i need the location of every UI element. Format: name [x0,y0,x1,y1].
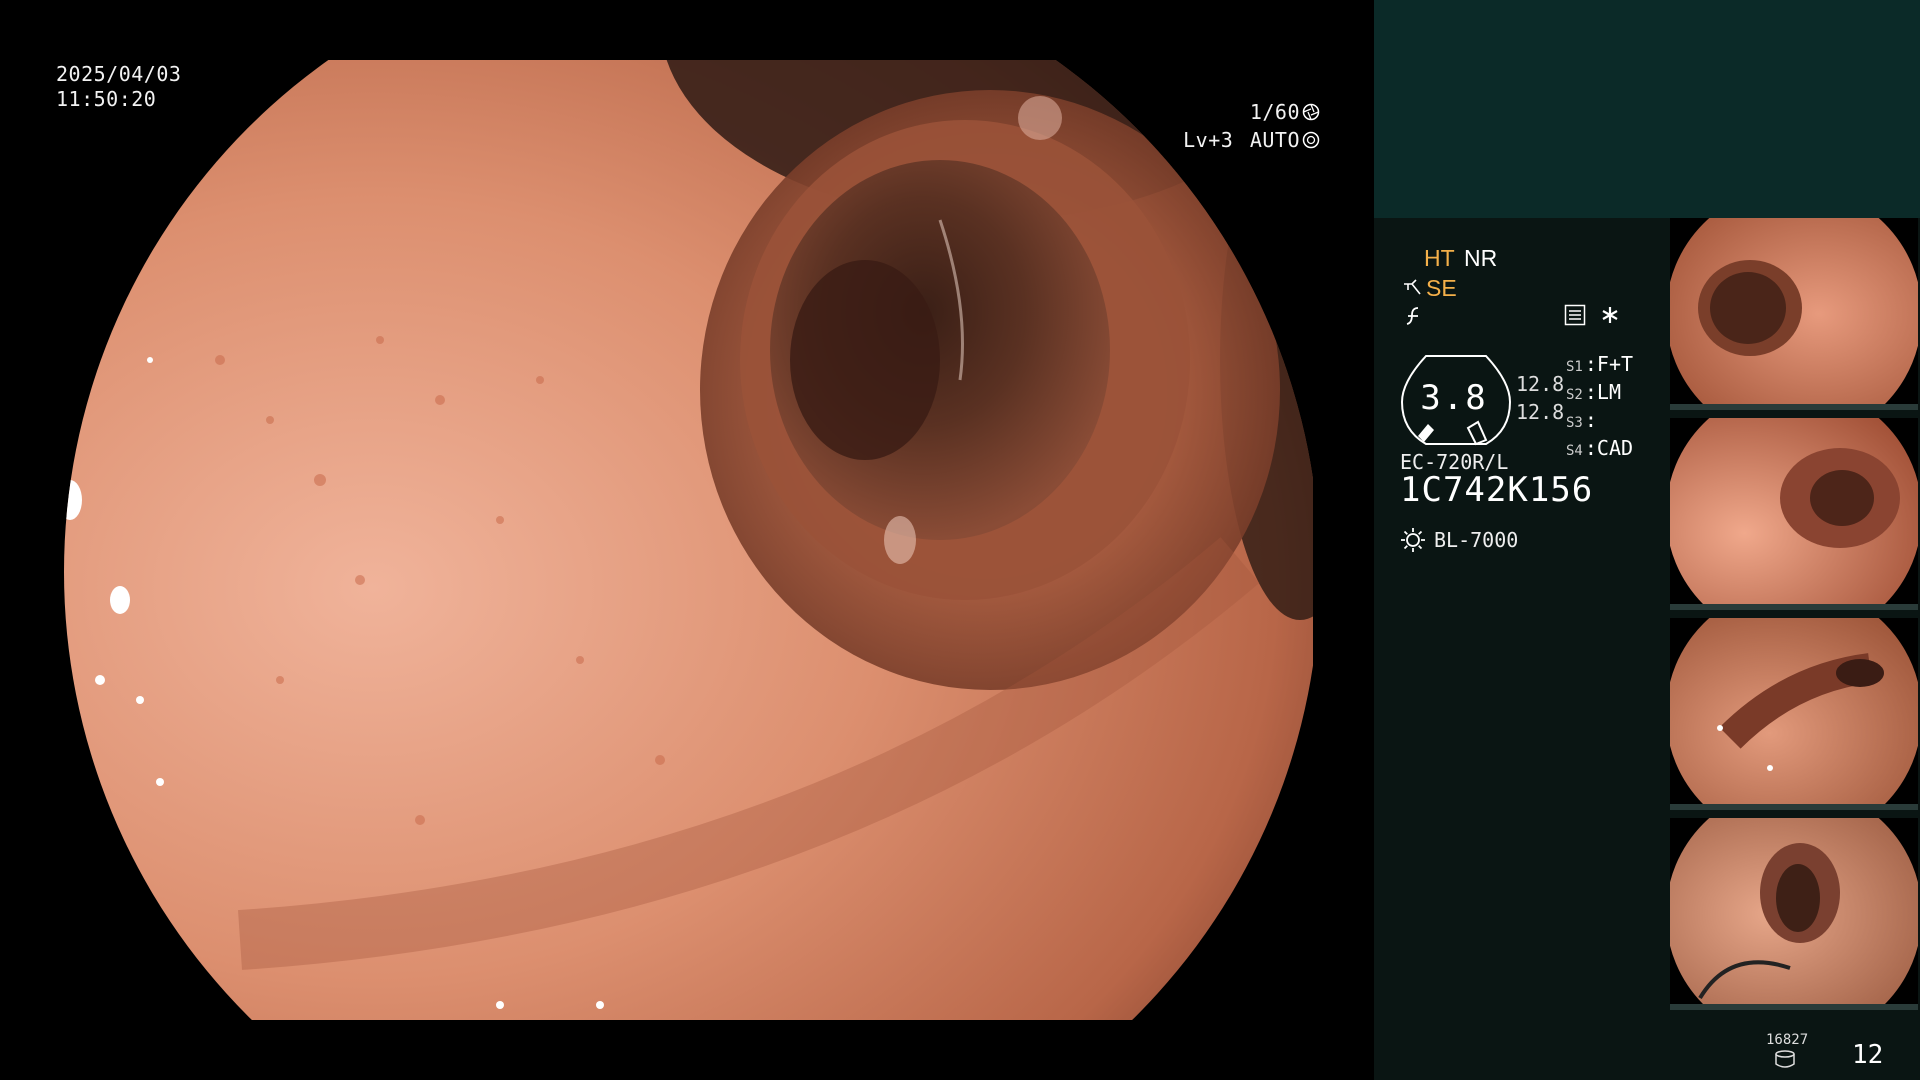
lamp-icon [1401,528,1425,552]
light-source-text: BL-7000 [1434,528,1519,552]
switch-row: S2:LM [1566,380,1621,404]
thumbnail[interactable] [1670,618,1918,810]
thumbnail[interactable] [1670,818,1918,1010]
switch-settings: S1:F+T S2:LM S3: S4:CAD [1566,352,1633,464]
capture-count-small: 16827 [1766,1032,1809,1048]
shutter-icon [1302,103,1320,121]
database-icon [1775,1050,1795,1068]
switch-row: S3: [1566,408,1597,432]
zoom-side-values: 12.8 12.8 [1516,370,1564,426]
hose-icon [1404,279,1421,295]
scope-serial: 1C742K156 [1400,470,1594,510]
iris-mode-text: AUTO [1249,128,1300,152]
exposure-readout: 1/60 Lv+3 AUTO [1183,98,1320,154]
light-source-row: BL-7000 [1400,526,1518,554]
zoom-value: 3.8 [1420,378,1488,418]
zoom-side-value-2: 12.8 [1516,400,1565,424]
freeze-icon [1404,304,1424,332]
capture-count: 12 [1852,1040,1884,1070]
thumbnail[interactable] [1670,418,1918,610]
panel-icons [1564,304,1620,326]
time-text: 11:50:20 [56,87,157,111]
endoscope-view [60,60,1313,1020]
date-text: 2025/04/03 [56,62,182,86]
mode-ht: HT [1424,245,1455,271]
date-time-readout: 2025/04/03 11:50:20 [56,62,181,112]
mode-se: SE [1426,275,1457,301]
iris-icon [1302,131,1320,149]
level-text: Lv+3 [1183,128,1234,152]
shutter-text: 1/60 [1249,100,1300,124]
switch-row: S1:F+T [1566,352,1634,376]
mode-nr: NR [1464,245,1498,271]
switch-row: S4:CAD [1566,436,1634,460]
side-panel-top [1374,0,1920,218]
mode-se-row: SE [1402,274,1457,302]
thumbnail[interactable] [1670,218,1918,410]
zoom-side-value-1: 12.8 [1516,372,1565,396]
star-icon [1602,307,1618,323]
captured-thumbnails [1670,218,1920,1018]
menu-icon [1564,304,1586,326]
